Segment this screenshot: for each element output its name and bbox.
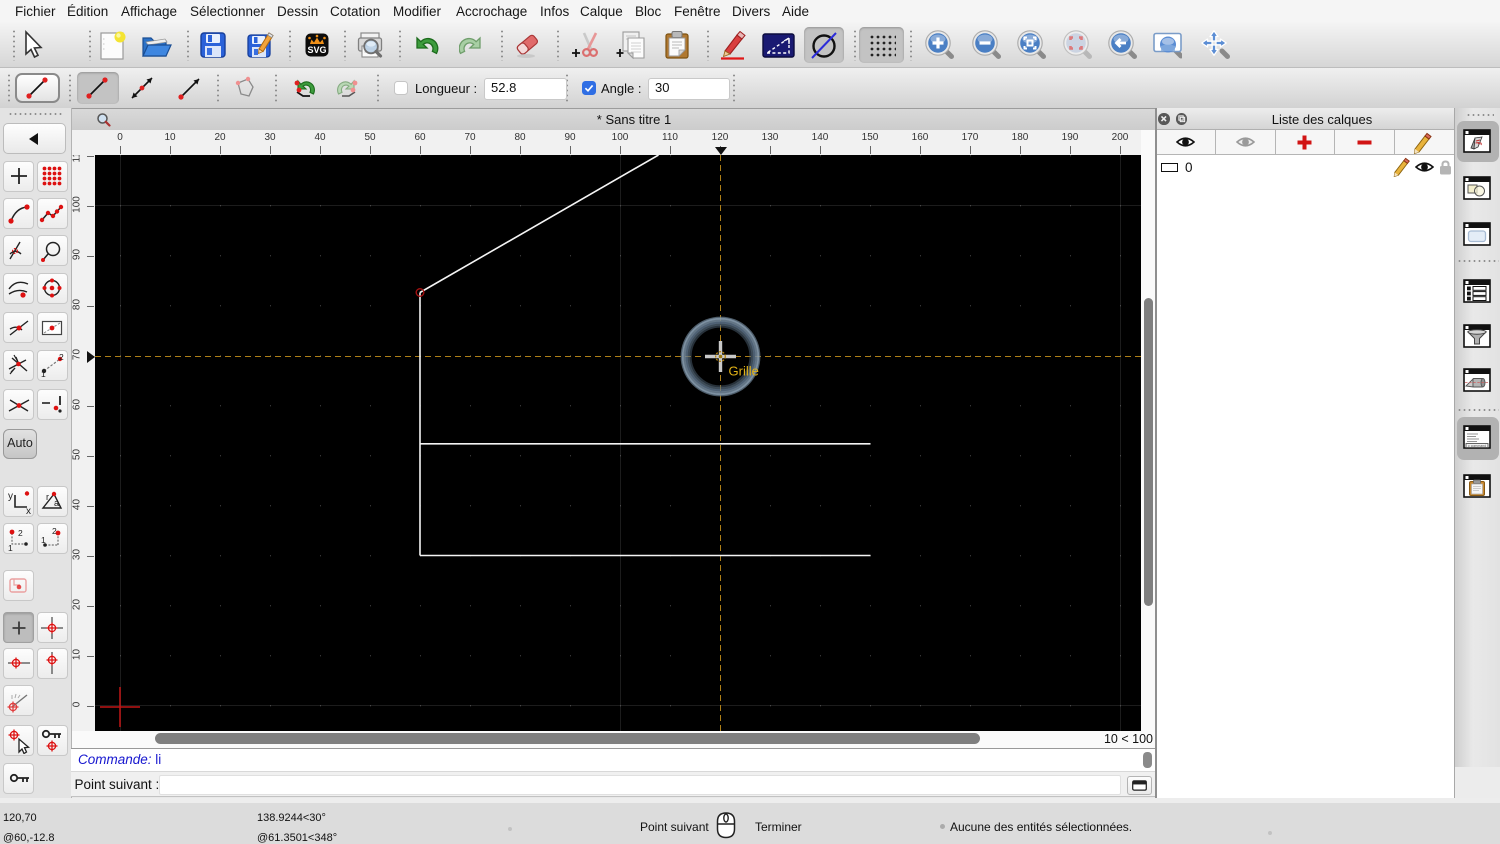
svg-text:2: 2 [59, 352, 64, 362]
svg-text:2: 2 [52, 526, 57, 536]
svg-text:y: y [8, 491, 13, 502]
svg-text:1: 1 [41, 369, 46, 378]
svg-text:1: 1 [41, 535, 46, 545]
svg-text:x: x [26, 506, 31, 514]
svg-text:c command: c command [1468, 444, 1486, 448]
svg-text:a: a [54, 498, 59, 508]
svg-text:1: 1 [8, 543, 13, 552]
svg-text:SVG: SVG [307, 45, 326, 55]
svg-text:r: r [46, 492, 49, 502]
svg-text:2: 2 [18, 528, 23, 538]
svg-text:Grille: Grille [729, 364, 759, 379]
